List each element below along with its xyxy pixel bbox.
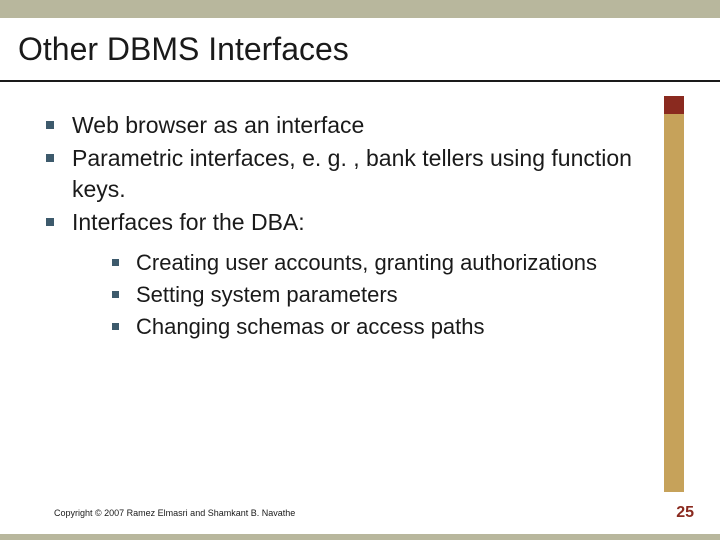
list-item: Interfaces for the DBA:: [40, 207, 652, 238]
accent-bottom: [664, 114, 684, 492]
top-band: [0, 0, 720, 18]
list-item: Changing schemas or access paths: [108, 312, 652, 342]
list-item-text: Web browser as an interface: [72, 112, 364, 138]
list-item: Creating user accounts, granting authori…: [108, 248, 652, 278]
title-area: Other DBMS Interfaces: [18, 32, 702, 67]
slide: Other DBMS Interfaces Web browser as an …: [0, 0, 720, 540]
sub-bullet-list: Creating user accounts, granting authori…: [108, 248, 652, 341]
side-accent: [664, 96, 684, 492]
footer-copyright: Copyright © 2007 Ramez Elmasri and Shamk…: [54, 508, 295, 518]
bullet-list: Web browser as an interface Parametric i…: [40, 110, 652, 238]
list-item-text: Creating user accounts, granting authori…: [136, 250, 597, 275]
list-item: Setting system parameters: [108, 280, 652, 310]
page-number: 25: [676, 504, 694, 522]
list-item-text: Parametric interfaces, e. g. , bank tell…: [72, 145, 632, 202]
list-item: Web browser as an interface: [40, 110, 652, 141]
title-underline: [0, 80, 720, 82]
list-item-text: Interfaces for the DBA:: [72, 209, 305, 235]
slide-title: Other DBMS Interfaces: [18, 32, 702, 67]
bottom-band: [0, 534, 720, 540]
list-item-text: Changing schemas or access paths: [136, 314, 485, 339]
body-area: Web browser as an interface Parametric i…: [40, 110, 652, 343]
accent-top: [664, 96, 684, 114]
list-item-text: Setting system parameters: [136, 282, 398, 307]
list-item: Parametric interfaces, e. g. , bank tell…: [40, 143, 652, 205]
